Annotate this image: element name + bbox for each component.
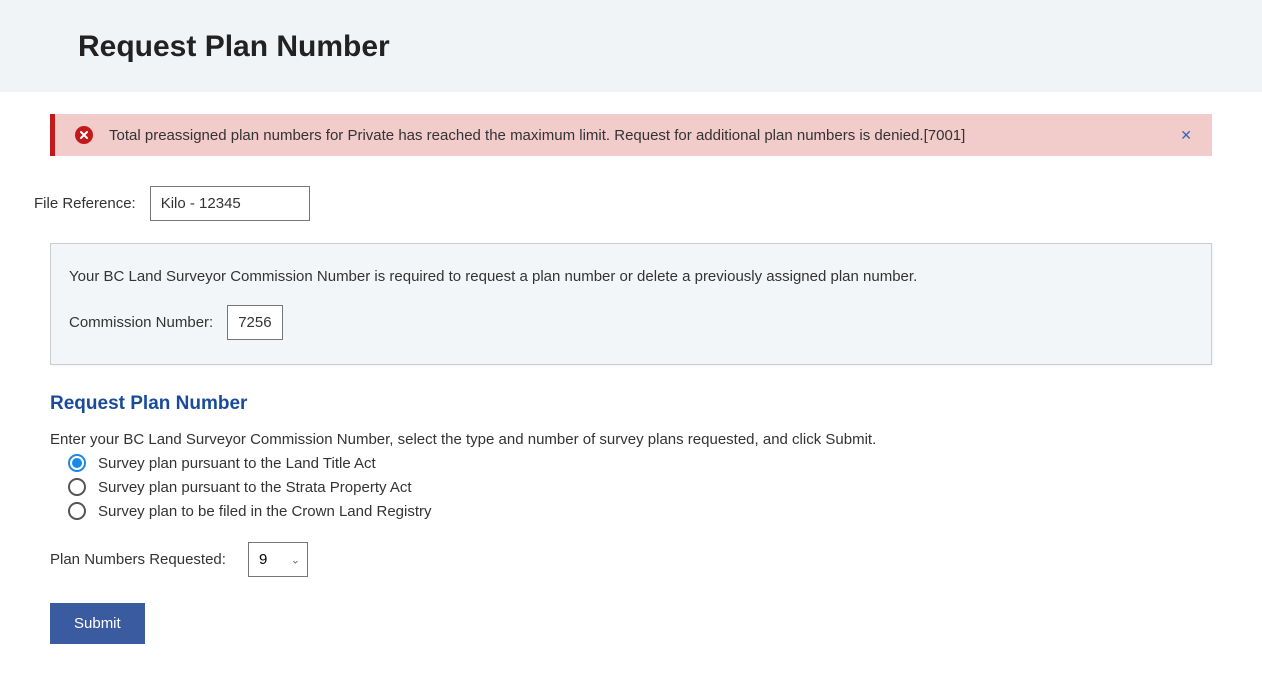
section-heading: Request Plan Number <box>50 393 1212 415</box>
plan-numbers-row: Plan Numbers Requested: 9 ⌄ <box>50 542 1212 577</box>
radio-icon <box>68 454 86 472</box>
radio-label: Survey plan to be filed in the Crown Lan… <box>98 503 432 520</box>
commission-panel: Your BC Land Surveyor Commission Number … <box>50 243 1212 365</box>
radio-option-strata[interactable]: Survey plan pursuant to the Strata Prope… <box>68 478 1212 496</box>
commission-number-input[interactable] <box>227 305 283 340</box>
radio-label: Survey plan pursuant to the Land Title A… <box>98 455 376 472</box>
file-reference-input[interactable] <box>150 186 310 221</box>
file-reference-row: File Reference: <box>34 186 1212 221</box>
header-banner: Request Plan Number <box>0 0 1262 92</box>
file-reference-label: File Reference: <box>34 195 136 212</box>
commission-row: Commission Number: <box>69 305 1193 340</box>
close-icon[interactable]: ✕ <box>1176 128 1196 142</box>
radio-icon <box>68 502 86 520</box>
commission-label: Commission Number: <box>69 314 213 331</box>
plan-numbers-label: Plan Numbers Requested: <box>50 551 226 568</box>
radio-option-land-title[interactable]: Survey plan pursuant to the Land Title A… <box>68 454 1212 472</box>
error-alert: Total preassigned plan numbers for Priva… <box>50 114 1212 156</box>
submit-button[interactable]: Submit <box>50 603 145 644</box>
commission-info: Your BC Land Surveyor Commission Number … <box>69 268 1193 285</box>
error-icon <box>75 126 93 144</box>
radio-icon <box>68 478 86 496</box>
instruction-text: Enter your BC Land Surveyor Commission N… <box>50 431 1212 448</box>
plan-type-radio-group: Survey plan pursuant to the Land Title A… <box>68 454 1212 520</box>
radio-label: Survey plan pursuant to the Strata Prope… <box>98 479 412 496</box>
page-title: Request Plan Number <box>78 30 1262 64</box>
error-message: Total preassigned plan numbers for Priva… <box>109 127 1164 144</box>
plan-numbers-select-wrap: 9 ⌄ <box>248 542 308 577</box>
plan-numbers-select[interactable]: 9 <box>248 542 308 577</box>
content: Total preassigned plan numbers for Priva… <box>0 92 1262 674</box>
radio-option-crown-land[interactable]: Survey plan to be filed in the Crown Lan… <box>68 502 1212 520</box>
